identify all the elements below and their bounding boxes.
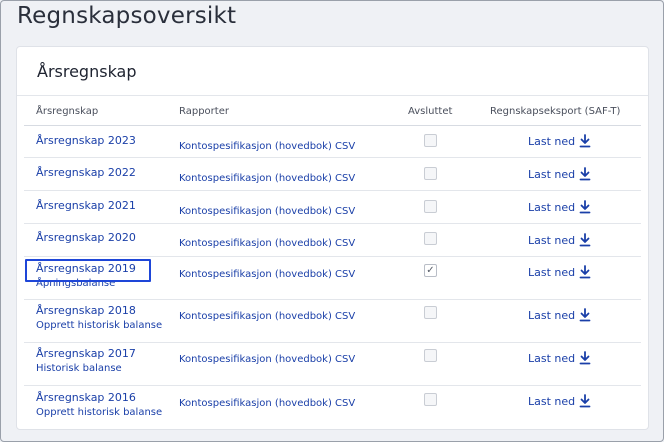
closed-checkbox[interactable] — [424, 167, 437, 180]
saft-download-button[interactable]: Last ned — [528, 200, 591, 214]
year-cell: Årsregnskap 2020 — [36, 230, 136, 246]
download-label: Last ned — [528, 394, 576, 408]
download-label: Last ned — [528, 308, 576, 322]
download-icon — [579, 394, 591, 408]
download-icon — [579, 308, 591, 322]
table-header: Årsregnskap Rapporter Avsluttet Regnskap… — [24, 96, 641, 128]
saft-download-button[interactable]: Last ned — [528, 351, 591, 365]
ledger-csv-link[interactable]: Kontospesifikasjon (hovedbok) CSV — [179, 354, 355, 365]
column-header-closed: Avsluttet — [408, 106, 453, 117]
reports-cell: Kontospesifikasjon (hovedbok) CSV — [179, 199, 355, 218]
column-header-saft: Regnskapseksport (SAF-T) — [490, 106, 621, 117]
year-cell: Årsregnskap 2021 — [36, 198, 136, 214]
closed-checkbox[interactable] — [424, 200, 437, 213]
table-row: Årsregnskap 2020 Kontospesifikasjon (hove… — [24, 224, 641, 257]
download-label: Last ned — [528, 134, 576, 148]
download-icon — [579, 265, 591, 279]
table-row: Årsregnskap 2016 Opprett historisk balans… — [24, 386, 641, 429]
download-label: Last ned — [528, 200, 576, 214]
closed-checkbox-checked[interactable]: ✓ — [424, 264, 437, 277]
closed-cell — [424, 134, 437, 147]
table-row: Årsregnskap 2017 Historisk balanse Kontosp… — [24, 343, 641, 386]
ledger-csv-link[interactable]: Kontospesifikasjon (hovedbok) CSV — [179, 206, 355, 217]
year-cell: Årsregnskap 2017 Historisk balanse — [36, 346, 136, 376]
download-label: Last ned — [528, 351, 576, 365]
annual-accounts-link[interactable]: Årsregnskap 2022 — [36, 165, 136, 181]
year-cell: Årsregnskap 2023 — [36, 133, 136, 149]
closed-cell — [424, 349, 437, 362]
year-cell: Årsregnskap 2018 Opprett historisk balans… — [36, 303, 162, 333]
reports-cell: Kontospesifikasjon (hovedbok) CSV — [179, 231, 355, 250]
closed-checkbox[interactable] — [424, 349, 437, 362]
download-icon — [579, 200, 591, 214]
table-row: Årsregnskap 2019 Åpningsbalanse Kontospesi… — [24, 257, 641, 300]
closed-cell: ✓ — [424, 264, 437, 277]
reports-cell: Kontospesifikasjon (hovedbok) CSV — [179, 134, 355, 153]
column-header-year: Årsregnskap — [36, 106, 99, 117]
checkmark-icon: ✓ — [426, 264, 435, 276]
closed-cell — [424, 306, 437, 319]
saft-download-button[interactable]: Last ned — [528, 308, 591, 322]
saft-download-button[interactable]: Last ned — [528, 134, 591, 148]
table-row: Årsregnskap 2022 Kontospesifikasjon (hove… — [24, 158, 641, 191]
annual-accounts-link[interactable]: Årsregnskap 2020 — [36, 230, 136, 246]
table-row: Årsregnskap 2023 Kontospesifikasjon (hove… — [24, 126, 641, 158]
year-cell: Årsregnskap 2016 Opprett historisk balans… — [36, 390, 162, 420]
closed-cell — [424, 200, 437, 213]
balance-link[interactable]: Åpningsbalanse — [36, 277, 136, 291]
ledger-csv-link[interactable]: Kontospesifikasjon (hovedbok) CSV — [179, 173, 355, 184]
year-cell: Årsregnskap 2022 — [36, 165, 136, 181]
download-icon — [579, 134, 591, 148]
saft-download-button[interactable]: Last ned — [528, 265, 591, 279]
annual-accounts-link[interactable]: Årsregnskap 2023 — [36, 133, 136, 149]
closed-cell — [424, 167, 437, 180]
download-label: Last ned — [528, 233, 576, 247]
annual-accounts-link[interactable]: Årsregnskap 2017 — [36, 346, 136, 362]
closed-cell — [424, 393, 437, 406]
saft-download-button[interactable]: Last ned — [528, 394, 591, 408]
reports-cell: Kontospesifikasjon (hovedbok) CSV — [179, 166, 355, 185]
ledger-csv-link[interactable]: Kontospesifikasjon (hovedbok) CSV — [179, 269, 355, 280]
closed-checkbox[interactable] — [424, 306, 437, 319]
page-title: Regnskapsoversikt — [17, 3, 237, 29]
download-icon — [579, 233, 591, 247]
download-label: Last ned — [528, 265, 576, 279]
balance-link[interactable]: Opprett historisk balanse — [36, 319, 162, 333]
ledger-csv-link[interactable]: Kontospesifikasjon (hovedbok) CSV — [179, 398, 355, 409]
ledger-csv-link[interactable]: Kontospesifikasjon (hovedbok) CSV — [179, 311, 355, 322]
annual-accounts-link[interactable]: Årsregnskap 2019 — [36, 261, 136, 277]
saft-download-button[interactable]: Last ned — [528, 233, 591, 247]
closed-checkbox[interactable] — [424, 232, 437, 245]
balance-link[interactable]: Historisk balanse — [36, 362, 136, 376]
closed-cell — [424, 232, 437, 245]
download-label: Last ned — [528, 167, 576, 181]
accounts-table-body: Årsregnskap 2023 Kontospesifikasjon (hove… — [24, 126, 641, 429]
download-icon — [579, 167, 591, 181]
download-icon — [579, 351, 591, 365]
reports-cell: Kontospesifikasjon (hovedbok) CSV — [179, 391, 355, 410]
ledger-csv-link[interactable]: Kontospesifikasjon (hovedbok) CSV — [179, 238, 355, 249]
table-row: Årsregnskap 2018 Opprett historisk balans… — [24, 300, 641, 343]
year-cell: Årsregnskap 2019 Åpningsbalanse — [36, 261, 136, 291]
balance-link[interactable]: Opprett historisk balanse — [36, 406, 162, 420]
ledger-csv-link[interactable]: Kontospesifikasjon (hovedbok) CSV — [179, 141, 355, 152]
annual-accounts-link[interactable]: Årsregnskap 2016 — [36, 390, 162, 406]
reports-cell: Kontospesifikasjon (hovedbok) CSV — [179, 304, 355, 323]
table-row: Årsregnskap 2021 Kontospesifikasjon (hove… — [24, 191, 641, 224]
saft-download-button[interactable]: Last ned — [528, 167, 591, 181]
annual-accounts-link[interactable]: Årsregnskap 2021 — [36, 198, 136, 214]
column-header-reports: Rapporter — [179, 106, 229, 117]
card-title: Årsregnskap — [37, 62, 137, 81]
reports-cell: Kontospesifikasjon (hovedbok) CSV — [179, 262, 355, 281]
closed-checkbox[interactable] — [424, 393, 437, 406]
annual-accounts-link[interactable]: Årsregnskap 2018 — [36, 303, 162, 319]
closed-checkbox[interactable] — [424, 134, 437, 147]
reports-cell: Kontospesifikasjon (hovedbok) CSV — [179, 347, 355, 366]
